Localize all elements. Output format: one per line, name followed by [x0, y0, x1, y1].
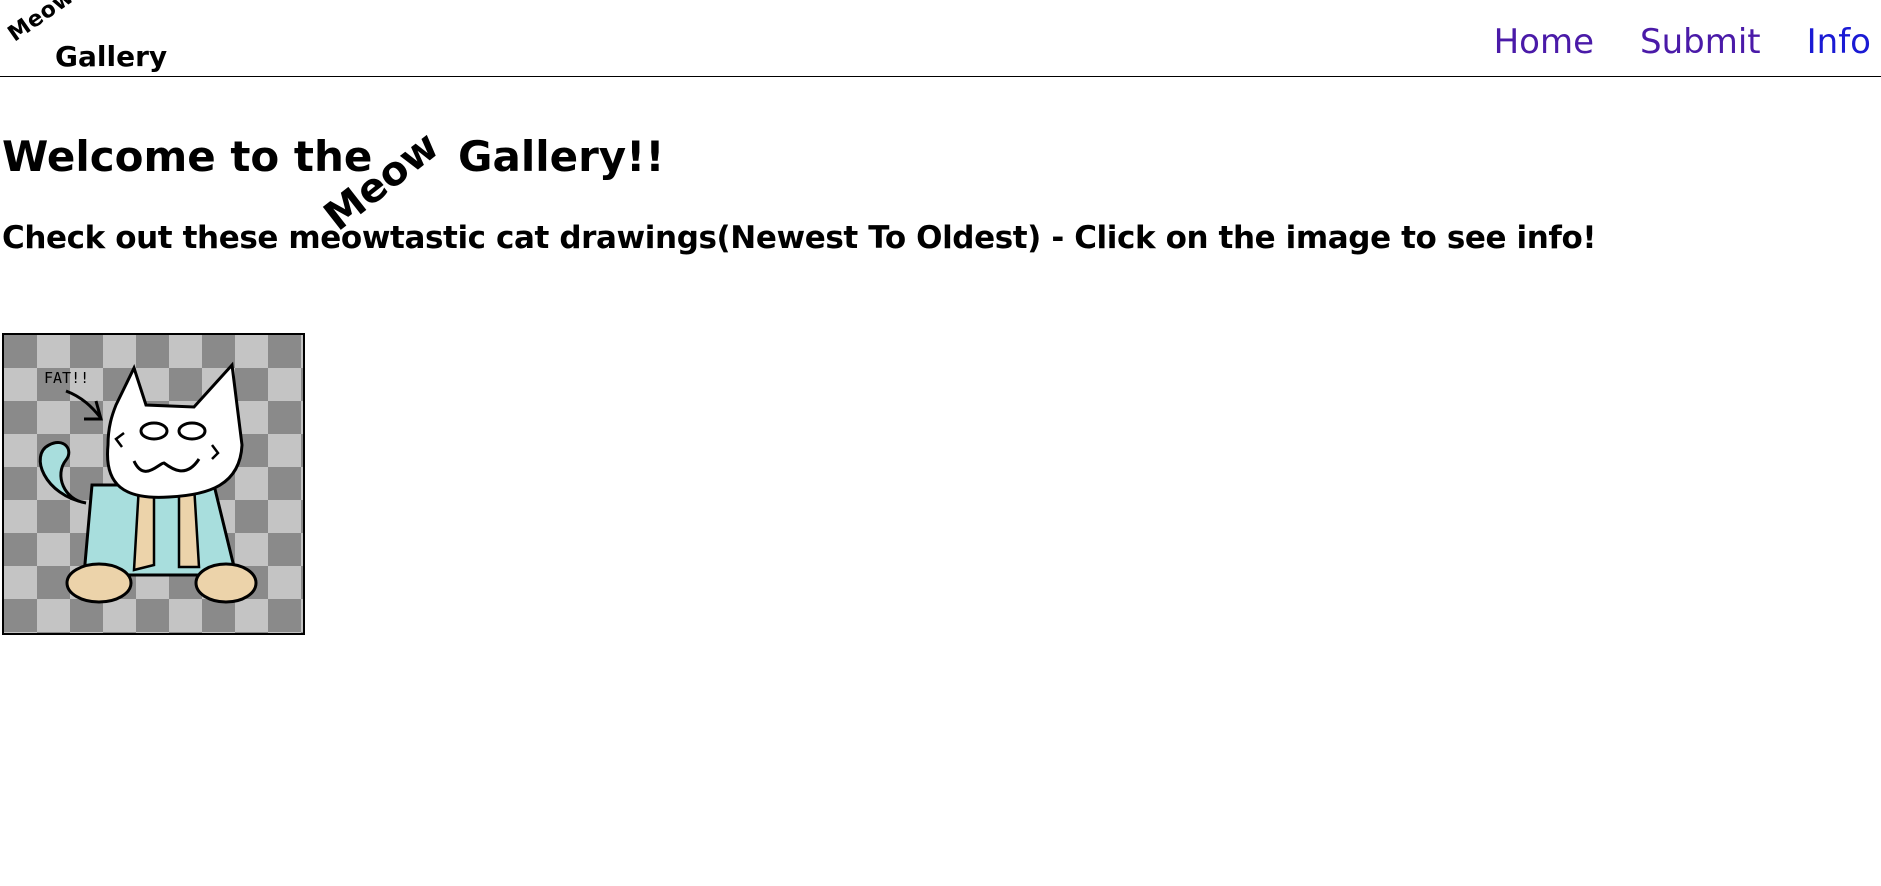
checker-tile	[202, 599, 235, 632]
checker-tile	[37, 500, 70, 533]
checker-tile	[301, 533, 303, 566]
checker-tile	[37, 401, 70, 434]
checker-tile	[103, 632, 136, 633]
nav-home-link[interactable]: Home	[1494, 22, 1594, 62]
logo-gallery-text: Gallery	[55, 40, 168, 73]
checker-tile	[70, 599, 103, 632]
cat-drawing-image: FAT!!	[4, 335, 303, 633]
checker-tile	[268, 434, 301, 467]
checker-tile	[235, 500, 268, 533]
checker-tile	[169, 632, 202, 633]
checker-tile	[70, 632, 103, 633]
main-nav: Home Submit Info	[1494, 22, 1871, 62]
checker-tile	[268, 566, 301, 599]
checker-tile	[268, 599, 301, 632]
page-subtitle: Check out these meowtastic cat drawings(…	[2, 220, 1597, 256]
checker-tile	[268, 401, 301, 434]
checker-tile	[4, 467, 37, 500]
checker-tile	[301, 335, 303, 368]
checker-tile	[4, 434, 37, 467]
checker-tile	[235, 533, 268, 566]
site-logo[interactable]: Meow Gallery	[4, 0, 178, 76]
checker-tile	[70, 335, 103, 368]
checker-tile	[268, 467, 301, 500]
checker-tile	[235, 368, 268, 401]
checker-tile	[268, 500, 301, 533]
checker-tile	[37, 335, 70, 368]
nav-submit-link[interactable]: Submit	[1640, 22, 1761, 62]
checker-tile	[103, 599, 136, 632]
checker-tile	[136, 599, 169, 632]
checker-tile	[37, 533, 70, 566]
checker-tile	[37, 632, 70, 633]
checker-tile	[103, 335, 136, 368]
checker-tile	[268, 368, 301, 401]
checker-tile	[136, 632, 169, 633]
checker-tile	[4, 401, 37, 434]
checker-tile	[268, 335, 301, 368]
checker-tile	[301, 434, 303, 467]
checker-tile	[4, 599, 37, 632]
checker-tile	[70, 434, 103, 467]
page-title-suffix: Gallery!!	[458, 132, 665, 181]
checker-tile	[301, 368, 303, 401]
site-header: Meow Gallery Home Submit Info	[0, 0, 1881, 77]
checker-tile	[301, 467, 303, 500]
checker-tile	[37, 599, 70, 632]
checker-tile	[202, 335, 235, 368]
checker-tile	[4, 335, 37, 368]
checker-tile	[301, 599, 303, 632]
checker-tile	[235, 632, 268, 633]
gallery-item-thumbnail[interactable]: FAT!!	[2, 333, 305, 635]
checker-tile	[301, 500, 303, 533]
checker-tile	[4, 500, 37, 533]
checker-tile	[235, 467, 268, 500]
checker-tile	[268, 632, 301, 633]
checker-tile	[169, 335, 202, 368]
checker-tile	[136, 335, 169, 368]
checker-tile	[301, 401, 303, 434]
checker-tile	[235, 599, 268, 632]
checker-tile	[4, 632, 37, 633]
checker-tile	[169, 599, 202, 632]
checker-tile	[4, 533, 37, 566]
nav-info-link[interactable]: Info	[1807, 22, 1871, 62]
checker-tile	[169, 368, 202, 401]
checker-tile	[4, 566, 37, 599]
checker-tile	[4, 368, 37, 401]
checker-tile	[202, 632, 235, 633]
checker-tile	[301, 632, 303, 633]
checker-tile	[301, 566, 303, 599]
checker-tile	[268, 533, 301, 566]
page-title-prefix: Welcome to the	[2, 132, 373, 181]
drawing-caption: FAT!!	[44, 369, 89, 387]
checker-tile	[37, 566, 70, 599]
checker-tile	[235, 335, 268, 368]
